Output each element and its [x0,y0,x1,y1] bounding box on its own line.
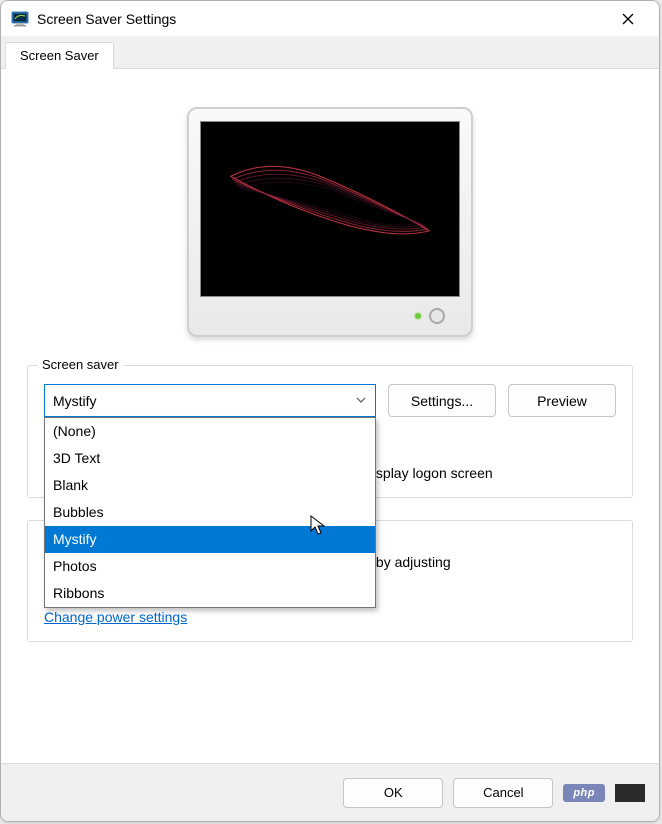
preview-button[interactable]: Preview [508,384,616,417]
screensaver-dropdown-list: (None) 3D Text Blank Bubbles Mystify Pho… [44,417,376,608]
dropdown-option-bubbles[interactable]: Bubbles [45,499,375,526]
ok-button[interactable]: OK [343,778,443,808]
mystify-preview-graphic [201,121,459,297]
chevron-down-icon [355,393,367,409]
content-area: Screen saver Mystify (None) 3D Text Blan… [1,69,659,763]
tab-screen-saver[interactable]: Screen Saver [5,42,114,69]
screensaver-controls-row: Mystify (None) 3D Text Blank Bubbles Mys… [44,384,616,417]
dropdown-option-photos[interactable]: Photos [45,553,375,580]
monitor-power-icon [429,308,445,324]
titlebar: Screen Saver Settings [1,1,659,37]
screensaver-app-icon [11,10,29,28]
monitor-frame [187,107,473,337]
screensaver-settings-window: Screen Saver Settings Screen Saver [0,0,660,822]
dark-badge [615,784,645,802]
php-badge: php [563,784,605,802]
dropdown-option-3dtext[interactable]: 3D Text [45,445,375,472]
close-button[interactable] [607,4,649,34]
monitor-base [201,305,459,327]
screensaver-dropdown-value: Mystify [53,393,97,409]
dropdown-option-mystify[interactable]: Mystify [45,526,375,553]
close-icon [622,13,634,25]
screensaver-dropdown[interactable]: Mystify (None) 3D Text Blank Bubbles Mys… [44,384,376,417]
settings-button[interactable]: Settings... [388,384,496,417]
monitor-led-icon [415,313,421,319]
monitor-screen [200,121,460,297]
dialog-footer: OK Cancel php [1,763,659,821]
window-title: Screen Saver Settings [37,11,607,27]
cancel-button[interactable]: Cancel [453,778,553,808]
dropdown-option-ribbons[interactable]: Ribbons [45,580,375,607]
dropdown-option-none[interactable]: (None) [45,418,375,445]
monitor-preview-area [27,87,633,365]
screensaver-group-legend: Screen saver [38,357,123,372]
change-power-settings-link[interactable]: Change power settings [44,609,187,625]
screensaver-groupbox: Screen saver Mystify (None) 3D Text Blan… [27,365,633,498]
dropdown-option-blank[interactable]: Blank [45,472,375,499]
tab-row: Screen Saver [1,37,659,69]
